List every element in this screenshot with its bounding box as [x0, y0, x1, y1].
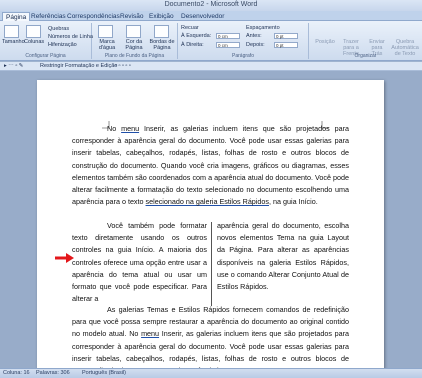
recuar-direita-label: À Direita: [181, 42, 204, 48]
restringir-button[interactable]: Restringir Formatação e Edição [40, 63, 117, 69]
cor-pagina-icon[interactable] [126, 25, 141, 38]
espacamento-depois-input[interactable]: 0 pt [274, 42, 298, 48]
tab-correspondencias[interactable]: Correspondências [64, 12, 123, 21]
recuar-direita-input[interactable]: 0 cm [216, 42, 240, 48]
group-label-configurar: Configurar Página [25, 53, 66, 59]
bordas-pagina-icon[interactable] [154, 25, 169, 38]
recuar-heading: Recuar [181, 25, 199, 31]
status-coluna: Coluna: 16 [3, 370, 30, 376]
group-label-organizar: Organizar [354, 53, 377, 59]
tab-revisao[interactable]: Revisão [117, 12, 146, 21]
hifenizacao-button[interactable]: Hifenização [48, 42, 77, 48]
title-bar: Documento2 - Microsoft Word [0, 0, 422, 11]
tamanho-button[interactable]: Tamanho [2, 39, 25, 45]
link-estilos-rapidos[interactable]: selecionado na galeria Estilos Rápidos [146, 197, 269, 206]
colunas-icon[interactable] [26, 25, 41, 38]
column-right: aparência geral do documento, escolha no… [217, 221, 349, 292]
numeros-linha-button[interactable]: Números de Linha [48, 34, 93, 40]
group-plano-fundo: Marca d'água Cor da Página Bordas de Pág… [92, 23, 178, 59]
tab-exibicao[interactable]: Exibição [146, 12, 177, 21]
status-palavras: Palavras: 306 [36, 370, 70, 376]
qat-extra-icons[interactable]: ▫ ▫ ▫ ▫ ▫ [115, 63, 131, 69]
group-configurar-pagina: Tamanho Colunas Quebras Números de Linha… [0, 23, 93, 59]
column-left: Você também pode formatar texto diretame… [72, 221, 207, 304]
espacamento-depois-label: Depois: [246, 42, 265, 48]
bordas-pagina-button[interactable]: Bordas de Página [149, 39, 175, 51]
tab-desenvolvedor[interactable]: Desenvolvedor [178, 12, 227, 21]
espacamento-antes-input[interactable]: 0 pt [274, 33, 298, 39]
marca-agua-icon[interactable] [98, 25, 113, 38]
tab-referencias[interactable]: Referências [28, 12, 69, 21]
status-idioma[interactable]: Português (Brasil) [82, 370, 126, 376]
red-arrow-icon [55, 253, 74, 263]
quebras-button[interactable]: Quebras [48, 26, 69, 32]
espacamento-heading: Espaçamento [246, 25, 280, 31]
recuar-esquerda-label: À Esquerda: [181, 33, 212, 39]
status-bar: Coluna: 16 Palavras: 306 Português (Bras… [0, 368, 422, 378]
recuar-esquerda-input[interactable]: 0 cm [216, 33, 240, 39]
group-label-plano-fundo: Plano de Fundo da Página [104, 53, 165, 59]
group-label-paragrafo: Parágrafo [232, 53, 254, 59]
document-area: No menu Inserir, as galerias incluem ite… [0, 71, 422, 378]
link-menu-1[interactable]: menu [121, 124, 139, 133]
document-page[interactable]: No menu Inserir, as galerias incluem ite… [37, 80, 384, 378]
ribbon: Tamanho Colunas Quebras Números de Linha… [0, 21, 422, 61]
link-menu-2[interactable]: menu [141, 329, 159, 338]
marca-agua-button[interactable]: Marca d'água [94, 39, 120, 51]
group-organizar: Posição Trazer para a Frente Enviar para… [309, 23, 422, 59]
tab-pagina[interactable]: Página [2, 12, 31, 21]
qat-icons[interactable]: ▸ ⋯ ▫ ✎ [4, 63, 23, 69]
group-paragrafo: Recuar À Esquerda: 0 cm À Direita: 0 cm … [178, 23, 309, 59]
column-divider [211, 222, 212, 306]
tamanho-icon[interactable] [4, 25, 19, 38]
paragraph-3: As galerias Temas e Estilos Rápidos forn… [72, 305, 349, 375]
colunas-button[interactable]: Colunas [24, 39, 44, 45]
window-title: Documento2 - Microsoft Word [164, 1, 258, 8]
espacamento-antes-label: Antes: [246, 33, 262, 39]
posicao-button[interactable]: Posição [315, 39, 335, 45]
ribbon-tabs: Página Referências Correspondências Revi… [0, 11, 422, 21]
quick-access-toolbar: ▸ ⋯ ▫ ✎ Restringir Formatação e Edição ▫… [0, 62, 422, 71]
cor-pagina-button[interactable]: Cor da Página [122, 39, 146, 51]
paragraph-1: No menu Inserir, as galerias incluem ite… [72, 124, 349, 207]
